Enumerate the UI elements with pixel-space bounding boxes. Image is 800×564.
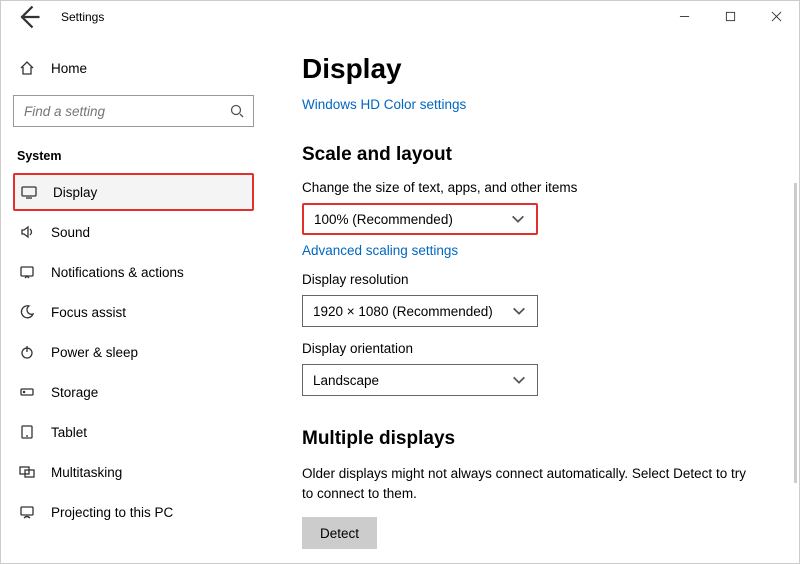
sidebar-item-label: Power & sleep	[51, 345, 138, 360]
close-button[interactable]	[753, 1, 799, 31]
orientation-value: Landscape	[313, 373, 379, 388]
sidebar-item-label: Tablet	[51, 425, 87, 440]
sidebar-item-focus[interactable]: Focus assist	[13, 293, 254, 331]
maximize-button[interactable]	[707, 1, 753, 31]
search-input[interactable]	[13, 95, 254, 127]
chevron-down-icon	[510, 211, 526, 227]
scale-value: 100% (Recommended)	[314, 212, 453, 227]
minimize-button[interactable]	[661, 1, 707, 31]
sidebar-item-label: Sound	[51, 225, 90, 240]
chevron-down-icon	[511, 303, 527, 319]
resolution-label: Display resolution	[302, 272, 755, 287]
tablet-icon	[19, 424, 35, 440]
sidebar-item-label: Storage	[51, 385, 98, 400]
sidebar-section-label: System	[13, 149, 254, 163]
sidebar-item-display[interactable]: Display	[13, 173, 254, 211]
scale-dropdown[interactable]: 100% (Recommended)	[302, 203, 538, 235]
sidebar-item-sound[interactable]: Sound	[13, 213, 254, 251]
search-icon	[229, 103, 245, 119]
home-icon	[19, 60, 35, 76]
multitasking-icon	[19, 464, 35, 480]
focus-icon	[19, 304, 35, 320]
scale-label: Change the size of text, apps, and other…	[302, 180, 755, 195]
back-button[interactable]	[15, 3, 43, 31]
detect-button[interactable]: Detect	[302, 517, 377, 549]
page-title: Display	[302, 53, 755, 85]
resolution-value: 1920 × 1080 (Recommended)	[313, 304, 493, 319]
advanced-scaling-link[interactable]: Advanced scaling settings	[302, 243, 458, 258]
home-label: Home	[51, 61, 87, 76]
content-pane: Display Windows HD Color settings Scale …	[266, 33, 799, 563]
sidebar-item-tablet[interactable]: Tablet	[13, 413, 254, 451]
sidebar: Home System Display Sound Notifications & …	[1, 33, 266, 563]
notifications-icon	[19, 264, 35, 280]
sidebar-item-multitasking[interactable]: Multitasking	[13, 453, 254, 491]
storage-icon	[19, 384, 35, 400]
sidebar-item-power[interactable]: Power & sleep	[13, 333, 254, 371]
projecting-icon	[19, 504, 35, 520]
sidebar-item-label: Projecting to this PC	[51, 505, 173, 520]
orientation-label: Display orientation	[302, 341, 755, 356]
sidebar-item-storage[interactable]: Storage	[13, 373, 254, 411]
scale-heading: Scale and layout	[302, 144, 755, 166]
hd-color-link[interactable]: Windows HD Color settings	[302, 97, 466, 112]
chevron-down-icon	[511, 372, 527, 388]
resolution-dropdown[interactable]: 1920 × 1080 (Recommended)	[302, 295, 538, 327]
multiple-desc: Older displays might not always connect …	[302, 464, 755, 503]
search-field[interactable]	[22, 103, 245, 120]
sidebar-item-notifications[interactable]: Notifications & actions	[13, 253, 254, 291]
sidebar-item-projecting[interactable]: Projecting to this PC	[13, 493, 254, 531]
sidebar-item-label: Notifications & actions	[51, 265, 184, 280]
display-icon	[21, 184, 37, 200]
sidebar-item-label: Display	[53, 185, 97, 200]
sidebar-home[interactable]: Home	[13, 51, 254, 85]
sound-icon	[19, 224, 35, 240]
orientation-dropdown[interactable]: Landscape	[302, 364, 538, 396]
sidebar-item-label: Multitasking	[51, 465, 122, 480]
scrollbar[interactable]	[794, 183, 797, 483]
multiple-heading: Multiple displays	[302, 428, 755, 450]
sidebar-item-label: Focus assist	[51, 305, 126, 320]
power-icon	[19, 344, 35, 360]
window-title: Settings	[61, 10, 104, 24]
